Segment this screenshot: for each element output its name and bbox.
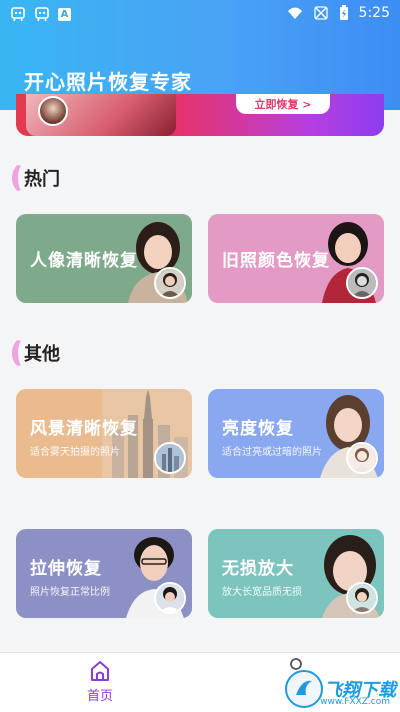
banner-avatar [38, 96, 68, 126]
sim-icon [313, 6, 328, 20]
section-title-other-text: 其他 [24, 344, 60, 365]
card-avatar [346, 442, 378, 474]
card-portrait-restore[interactable]: 人像清晰恢复 [16, 214, 192, 303]
watermark-logo: 飞翔下载 www.FXXZ.com [284, 667, 396, 711]
card-brightness-restore[interactable]: 亮度恢复 适合过亮或过暗的照片 [208, 389, 384, 478]
card-subtitle: 适合过亮或过暗的照片 [222, 447, 322, 458]
card-label: 拉伸恢复 [30, 559, 102, 579]
card-stretch-restore[interactable]: 拉伸恢复 照片恢复正常比例 [16, 529, 192, 618]
app-notification-icon [35, 7, 49, 22]
nav-home-label: 首页 [86, 689, 113, 704]
card-subtitle: 适合雾天拍摄的照片 [30, 447, 120, 458]
card-subtitle: 照片恢复正常比例 [30, 587, 110, 598]
page-title: 开心照片恢复专家 [24, 70, 192, 94]
home-icon [91, 661, 109, 681]
wifi-icon [287, 7, 302, 19]
section-title-other: 其他 [12, 338, 60, 368]
card-avatar [154, 442, 186, 474]
bottom-nav: 首页 飞翔下载 www.FXXZ.com [0, 652, 400, 712]
a-letter-icon: A [58, 7, 71, 21]
card-lossless-enlarge[interactable]: 无损放大 放大长宽品质无损 [208, 529, 384, 618]
watermark-emblem-icon [285, 670, 323, 708]
card-label: 无损放大 [222, 559, 294, 579]
card-label: 人像清晰恢复 [30, 251, 138, 271]
card-avatar [154, 267, 186, 299]
promo-banner[interactable]: 立即恢复 > [16, 94, 384, 136]
section-title-hot-text: 热门 [24, 169, 60, 190]
restore-now-button[interactable]: 立即恢复 > [236, 94, 330, 114]
card-avatar [154, 582, 186, 614]
card-avatar [346, 582, 378, 614]
card-label: 旧照颜色恢复 [222, 251, 330, 271]
card-label: 风景清晰恢复 [30, 419, 138, 439]
section-title-hot: 热门 [12, 163, 60, 193]
card-avatar [346, 267, 378, 299]
card-landscape-restore[interactable]: 风景清晰恢复 适合雾天拍摄的照片 [16, 389, 192, 478]
card-label: 亮度恢复 [222, 419, 294, 439]
card-subtitle: 放大长宽品质无损 [222, 587, 302, 598]
app-notification-icon [11, 7, 25, 22]
nav-home[interactable]: 首页 [80, 659, 120, 704]
card-color-restore[interactable]: 旧照颜色恢复 [208, 214, 384, 303]
status-bar: A 5:25 [0, 0, 400, 28]
clock-time: 5:25 [358, 5, 390, 21]
watermark-url: www.FXXZ.com [320, 697, 390, 707]
battery-icon [339, 5, 348, 20]
